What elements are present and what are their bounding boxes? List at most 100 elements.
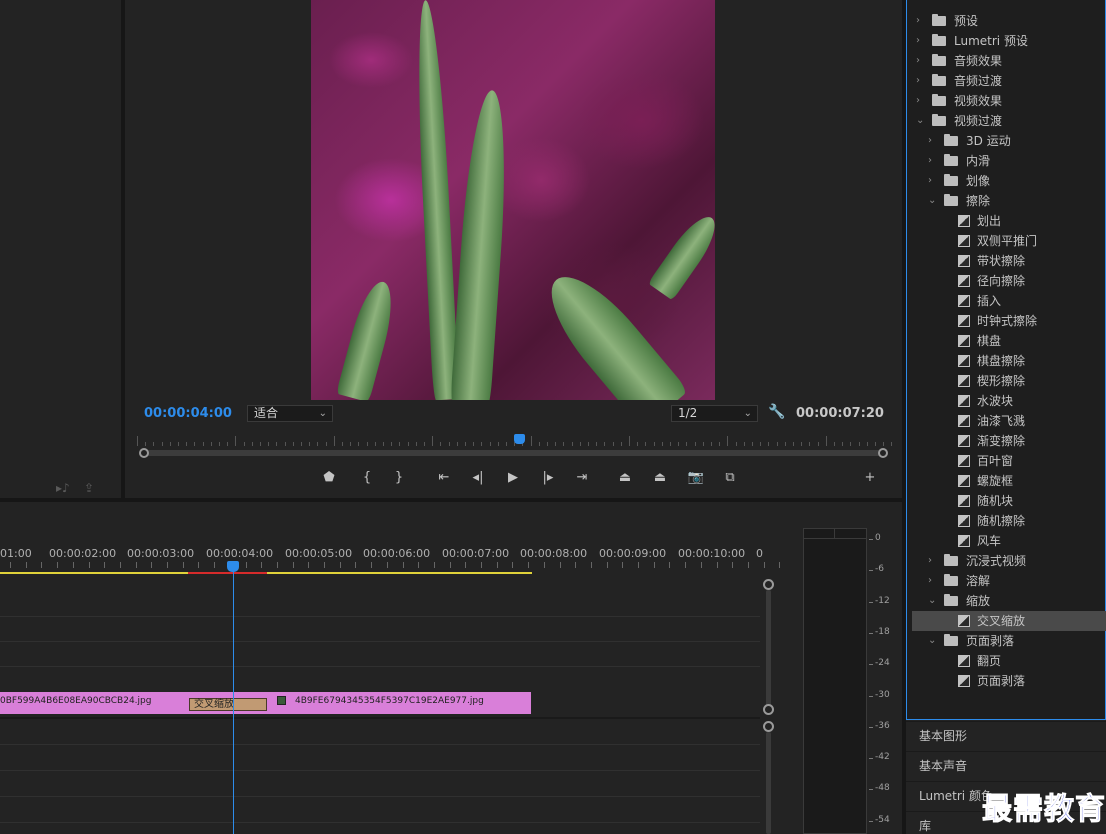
mark-out-icon[interactable]: } (388, 468, 410, 488)
chevron-right-icon[interactable]: › (916, 51, 920, 71)
tab-essential-sound[interactable]: 基本声音 (906, 751, 1106, 780)
chevron-down-icon[interactable]: ⌄ (916, 111, 924, 131)
effect-folder[interactable]: › 划像 (912, 171, 1106, 191)
extract-icon[interactable]: ⏏ (649, 468, 671, 488)
ruler-tick (575, 562, 577, 568)
effect-folder[interactable]: › 溶解 (912, 571, 1106, 591)
transition-clip[interactable]: 交叉缩放 (189, 698, 267, 711)
effect-folder[interactable]: › 音频效果 (912, 51, 1106, 71)
folder-label: 沉浸式视频 (966, 554, 1027, 568)
effect-folder[interactable]: › 内滑 (912, 151, 1106, 171)
camera-icon[interactable]: 📷 (685, 468, 707, 488)
effect-folder[interactable]: ⌄ 视频过渡 (912, 111, 1106, 131)
ruler-tick (825, 436, 827, 446)
effect-folder[interactable]: ⌄ 擦除 (912, 191, 1106, 211)
audio-track-scrollbar[interactable] (766, 732, 771, 834)
effect-folder[interactable]: ⌄ 页面剥落 (912, 631, 1106, 651)
chevron-right-icon[interactable]: › (916, 71, 920, 91)
effect-folder[interactable]: › 预设 (912, 11, 1106, 31)
ruler-tick (809, 442, 811, 446)
playback-resolution-select[interactable]: 1/2 ⌄ (671, 405, 758, 422)
watermark-logo: 最需教育 (982, 792, 1106, 828)
step-back-icon[interactable]: ◂| (467, 468, 489, 488)
effect-item[interactable]: 时钟式擦除 (912, 311, 1106, 331)
effect-item[interactable]: 带状擦除 (912, 251, 1106, 271)
effect-item[interactable]: 螺旋框 (912, 471, 1106, 491)
tab-essential-graphics[interactable]: 基本图形 (906, 721, 1106, 750)
effect-folder[interactable]: ⌄ 缩放 (912, 591, 1106, 611)
chevron-right-icon[interactable]: › (916, 11, 920, 31)
effect-item[interactable]: 油漆飞溅 (912, 411, 1106, 431)
audio-only-icon[interactable]: ▸♪ (56, 481, 70, 495)
effect-item[interactable]: 棋盘 (912, 331, 1106, 351)
folder-icon (944, 574, 958, 586)
scroll-handle-top[interactable] (763, 721, 774, 732)
effect-item[interactable]: 页面剥落 (912, 671, 1106, 691)
ruler-tick (219, 442, 220, 446)
mark-in-icon[interactable]: { (356, 468, 378, 488)
effect-item[interactable]: 插入 (912, 291, 1106, 311)
monitor-playhead[interactable] (514, 434, 525, 444)
effect-folder[interactable]: › 音频过渡 (912, 71, 1106, 91)
zoom-scroll-bar[interactable] (143, 450, 883, 456)
effect-item[interactable]: 划出 (912, 211, 1106, 231)
effect-item[interactable]: 交叉缩放 (912, 611, 1106, 631)
effect-folder[interactable]: › Lumetri 预设 (912, 31, 1106, 51)
effect-item[interactable]: 双侧平推门 (912, 231, 1106, 251)
scroll-handle-bottom[interactable] (763, 704, 774, 715)
marker-icon[interactable]: ⬟ (318, 468, 340, 488)
effect-item[interactable]: 百叶窗 (912, 451, 1106, 471)
effect-label: 棋盘擦除 (977, 354, 1026, 368)
effect-item[interactable]: 楔形擦除 (912, 371, 1106, 391)
ruler-label: 00:00:02:00 (49, 547, 117, 560)
scroll-handle-right[interactable] (878, 448, 888, 458)
effect-item[interactable]: 水波块 (912, 391, 1106, 411)
scroll-handle-top[interactable] (763, 579, 774, 590)
wrench-icon[interactable]: 🔧 (768, 404, 786, 422)
go-to-out-icon[interactable]: ⇥ (571, 468, 593, 488)
effect-item[interactable]: 渐变擦除 (912, 431, 1106, 451)
ruler-tick (779, 562, 781, 568)
timeline-playhead-line[interactable] (233, 572, 234, 834)
effect-folder[interactable]: › 沉浸式视频 (912, 551, 1106, 571)
chevron-right-icon[interactable]: › (916, 31, 920, 51)
chevron-down-icon[interactable]: ⌄ (928, 631, 936, 651)
chevron-down-icon[interactable]: ⌄ (928, 191, 936, 211)
timeline-ruler[interactable] (0, 502, 781, 572)
leaf-shape (336, 277, 400, 400)
monitor-time-ruler[interactable] (137, 432, 893, 446)
timeline-playhead[interactable] (227, 561, 239, 572)
effect-item[interactable]: 棋盘擦除 (912, 351, 1106, 371)
chevron-right-icon[interactable]: › (928, 151, 932, 171)
comparison-view-icon[interactable]: ⧉ (719, 468, 741, 488)
effect-folder[interactable]: › 3D 运动 (912, 131, 1106, 151)
effect-item[interactable]: 径向擦除 (912, 271, 1106, 291)
step-forward-icon[interactable]: |▸ (537, 468, 559, 488)
effect-item[interactable]: 翻页 (912, 651, 1106, 671)
zoom-level-select[interactable]: 适合 ⌄ (247, 405, 333, 422)
go-to-in-icon[interactable]: ⇤ (433, 468, 455, 488)
effect-folder[interactable]: › 视频效果 (912, 91, 1106, 111)
chevron-down-icon[interactable]: ⌄ (928, 591, 936, 611)
lift-icon[interactable]: ⏏ (614, 468, 636, 488)
chevron-right-icon[interactable]: › (928, 571, 932, 591)
chevron-right-icon[interactable]: › (928, 131, 932, 151)
current-timecode[interactable]: 00:00:04:00 (144, 406, 232, 421)
ruler-tick (606, 562, 608, 568)
ruler-tick (645, 442, 647, 446)
transition-effect-icon (958, 235, 970, 247)
db-tick (869, 726, 873, 728)
scroll-handle-left[interactable] (139, 448, 149, 458)
video-track-scrollbar[interactable] (766, 590, 771, 708)
ruler-tick (284, 442, 286, 446)
effect-item[interactable]: 随机擦除 (912, 511, 1106, 531)
effect-item[interactable]: 风车 (912, 531, 1106, 551)
export-icon[interactable]: ⇪ (84, 481, 94, 495)
chevron-right-icon[interactable]: › (916, 91, 920, 111)
play-icon[interactable]: ▶ (502, 468, 524, 488)
chevron-right-icon[interactable]: › (928, 551, 932, 571)
chevron-right-icon[interactable]: › (928, 171, 932, 191)
video-audio-separator[interactable] (0, 717, 760, 719)
add-button-icon[interactable]: + (859, 468, 881, 488)
effect-item[interactable]: 随机块 (912, 491, 1106, 511)
